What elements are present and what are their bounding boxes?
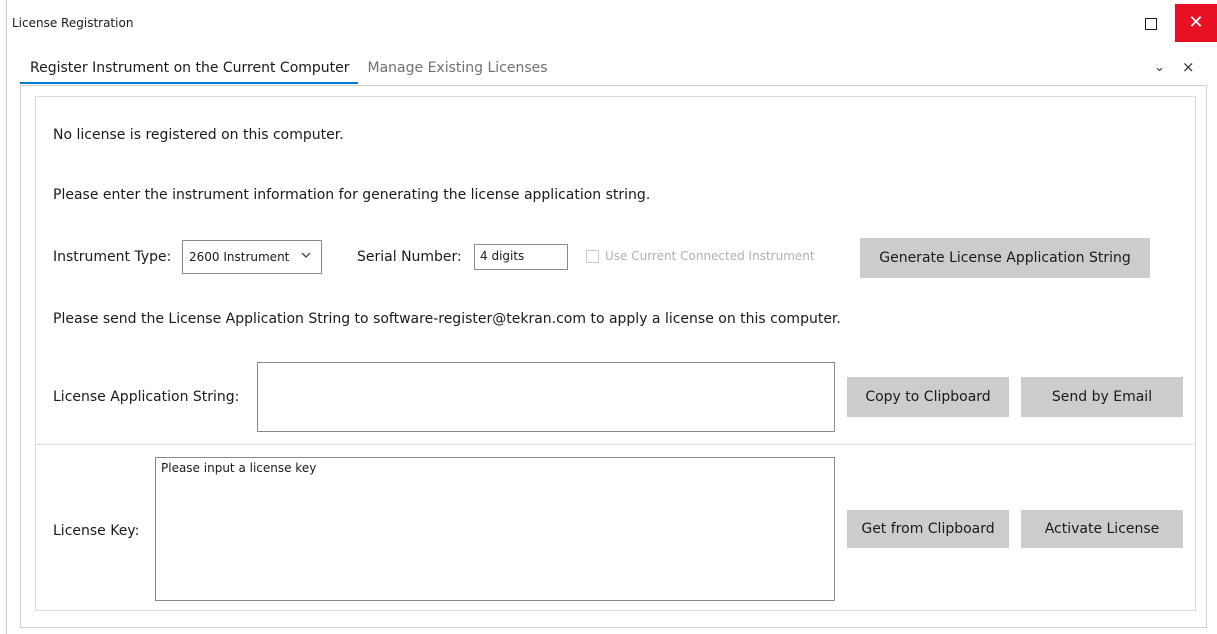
send-instruction-text: Please send the License Application Stri…: [53, 311, 841, 327]
license-status-text: No license is registered on this compute…: [53, 127, 344, 143]
use-connected-instrument-option[interactable]: Use Current Connected Instrument: [586, 249, 815, 263]
license-key-label: License Key:: [53, 523, 140, 539]
use-connected-instrument-label: Use Current Connected Instrument: [605, 249, 815, 263]
tab-list-dropdown-icon[interactable]: ⌄: [1154, 60, 1165, 75]
activate-license-button[interactable]: Activate License: [1021, 510, 1183, 548]
tab-strip: Register Instrument on the Current Compu…: [20, 58, 556, 84]
application-string-textbox[interactable]: [257, 362, 835, 432]
send-by-email-button[interactable]: Send by Email: [1021, 377, 1183, 417]
instrument-type-value: 2600 Instrument: [189, 250, 290, 264]
tab-register-instrument[interactable]: Register Instrument on the Current Compu…: [20, 58, 358, 84]
license-key-textbox[interactable]: Please input a license key: [155, 457, 835, 601]
maximize-icon: [1145, 18, 1157, 30]
instrument-type-label: Instrument Type:: [53, 249, 172, 265]
tab-manage-licenses[interactable]: Manage Existing Licenses: [358, 58, 556, 84]
instrument-type-select[interactable]: 2600 Instrument: [182, 240, 322, 274]
application-string-label: License Application String:: [53, 389, 240, 405]
serial-number-input[interactable]: 4 digits: [474, 244, 568, 270]
use-connected-instrument-checkbox[interactable]: [586, 249, 599, 263]
chevron-down-icon: [301, 252, 311, 258]
instruction-text: Please enter the instrument information …: [53, 187, 651, 203]
close-button[interactable]: ✕: [1175, 4, 1217, 42]
copy-to-clipboard-button[interactable]: Copy to Clipboard: [847, 377, 1009, 417]
maximize-button[interactable]: [1131, 8, 1171, 40]
tab-close-icon[interactable]: ×: [1182, 58, 1195, 76]
window-title: License Registration: [12, 16, 134, 30]
license-registration-window: License Registration ✕ Register Instrume…: [0, 0, 1217, 634]
get-from-clipboard-button[interactable]: Get from Clipboard: [847, 510, 1009, 548]
close-icon: ✕: [1188, 12, 1204, 33]
title-bar: License Registration ✕: [0, 0, 1217, 48]
generate-application-string-button[interactable]: Generate License Application String: [860, 238, 1150, 278]
section-divider: [36, 444, 1195, 445]
serial-number-label: Serial Number:: [357, 249, 462, 265]
